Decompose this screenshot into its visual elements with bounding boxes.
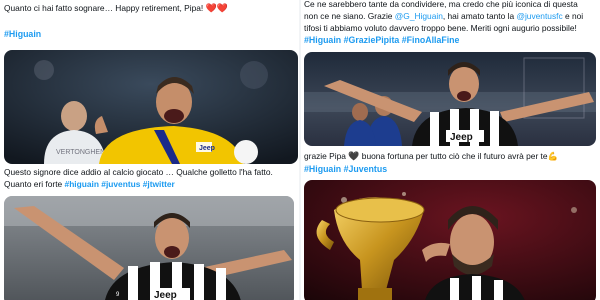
celebration-photo-striped-kit: Jeep 9 xyxy=(4,196,294,300)
tweet-text-body: Quanto eri forte xyxy=(4,179,63,189)
tweet-text: tifosi ti abbiamo voluto davvero troppo … xyxy=(304,23,577,33)
jersey-sponsor: Jeep xyxy=(199,145,215,152)
tweet-photo[interactable] xyxy=(304,180,596,300)
celebration-photo-yellow-kit: VERTONGHEN Jeep xyxy=(4,50,298,164)
right-tweet-column: Ce ne sarebbero tante da condividere, ma… xyxy=(300,0,600,300)
tweet-photo[interactable]: Jeep xyxy=(304,52,596,146)
tweet-text: Quanto ci hai fatto sognare… Happy retir… xyxy=(4,2,228,14)
hashtag-links[interactable]: #Higuain #GraziePipita #FinoAllaFine xyxy=(304,34,459,46)
hashtag-link[interactable]: #Higuain xyxy=(4,28,41,40)
jersey-sponsor: Jeep xyxy=(450,132,473,143)
flexed-biceps-emoji: 💪 xyxy=(547,151,558,161)
tweet-text: Questo signore dice addio al calcio gioc… xyxy=(4,167,273,177)
mention-link-juventus[interactable]: @juventusfc xyxy=(516,11,562,21)
tweet-text-line: grazie Pipa 🖤 buona fortuna per tutto ci… xyxy=(304,150,558,162)
tweet-text-body: buona fortuna per tutto ciò che il futur… xyxy=(361,151,548,161)
black-heart-emoji: 🖤 xyxy=(348,151,360,161)
tweet-text-body: non ce ne siano. Grazie xyxy=(304,11,393,21)
tweet-text-body: , hai amato tanto la xyxy=(442,11,515,21)
tweet-text-body: grazie Pipa xyxy=(304,151,346,161)
trophy-celebration-photo xyxy=(304,180,596,300)
mention-link-higuain[interactable]: @G_Higuain xyxy=(395,11,443,21)
heart-emoji: ❤️❤️ xyxy=(205,3,228,13)
tweet-text-line: Quanto eri forte #higuain #juventus #jtw… xyxy=(4,178,175,190)
tweet-photo[interactable]: VERTONGHEN Jeep xyxy=(4,50,298,164)
celebration-photo-arms-wide: Jeep xyxy=(304,52,596,146)
tweet-text-body: e noi xyxy=(564,11,584,21)
tweet-text: Ce ne sarebbero tante da condividere, ma… xyxy=(304,0,578,9)
tweet-text-line: non ce ne siano. Grazie @G_Higuain, hai … xyxy=(304,10,583,22)
svg-text:VERTONGHEN: VERTONGHEN xyxy=(56,149,105,156)
tweet-text-body: Quanto ci hai fatto sognare… Happy retir… xyxy=(4,3,204,13)
hashtag-links[interactable]: #Higuain #Juventus xyxy=(304,163,387,175)
hashtag-links[interactable]: #higuain #juventus #jtwitter xyxy=(65,179,175,189)
tweet-photo[interactable]: Jeep 9 xyxy=(4,196,294,300)
jersey-sponsor: Jeep xyxy=(154,290,177,300)
left-tweet-column: Quanto ci hai fatto sognare… Happy retir… xyxy=(0,0,300,300)
